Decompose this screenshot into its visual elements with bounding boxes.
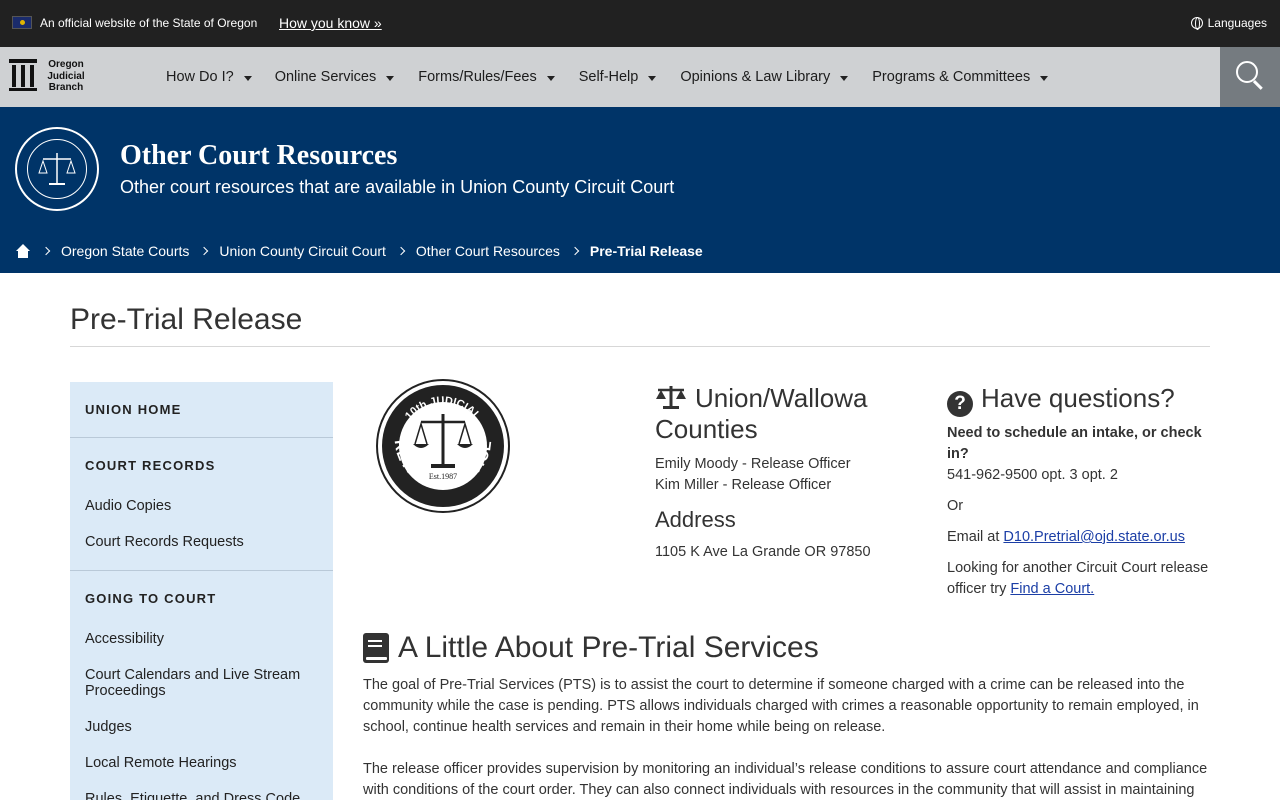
email-line: Email at D10.Pretrial@ojd.state.or.us [947, 529, 1185, 545]
nav-menu: How Do I? Online Services Forms/Rules/Fe… [166, 47, 1049, 107]
breadcrumb-other-court-resources[interactable]: Other Court Resources [416, 243, 560, 259]
nav-item-programs-committees[interactable]: Programs & Committees [872, 69, 1049, 85]
search-button[interactable] [1220, 47, 1280, 107]
questions-heading: ? Have questions? [947, 383, 1217, 417]
book-icon [363, 633, 389, 663]
or-text: Or [947, 498, 964, 514]
how-you-know-link[interactable]: How you know » [279, 15, 382, 31]
release-officer-2: Kim Miller - Release Officer [655, 477, 832, 493]
chevron-right-icon [200, 246, 209, 256]
page-banner: Other Court Resources Other court resour… [0, 107, 1280, 273]
official-banner: An official website of the State of Oreg… [0, 0, 1280, 47]
chevron-right-icon [570, 246, 580, 256]
sidebar-item-judges[interactable]: Judges [85, 719, 315, 735]
page-title: Pre-Trial Release [70, 303, 303, 336]
nav-item-online-services[interactable]: Online Services [275, 69, 395, 85]
sidebar-heading-going-to-court[interactable]: GOING TO COURT [85, 591, 216, 606]
caret-down-icon [648, 75, 657, 81]
nav-item-opinions-law-library[interactable]: Opinions & Law Library [680, 69, 849, 85]
main-navigation: Oregon Judicial Branch How Do I? Online … [0, 47, 1280, 107]
languages-label: Languages [1207, 16, 1267, 30]
official-website-text: An official website of the State of Oreg… [40, 16, 258, 30]
schedule-intake-question: Need to schedule an intake, or check in? [947, 425, 1202, 462]
breadcrumb-current: Pre-Trial Release [589, 243, 703, 259]
balance-scale-icon [655, 384, 687, 410]
logo-text: Oregon Judicial Branch [47, 59, 85, 93]
globe-icon [1190, 17, 1203, 30]
breadcrumb-union-county-circuit-court[interactable]: Union County Circuit Court [219, 243, 386, 259]
release-officer-1: Emily Moody - Release Officer [655, 456, 851, 472]
caret-down-icon [243, 75, 252, 81]
nav-item-how-do-i[interactable]: How Do I? [166, 69, 252, 85]
sidebar-item-accessibility[interactable]: Accessibility [85, 631, 315, 647]
home-icon[interactable] [15, 244, 31, 258]
about-paragraph-1: The goal of Pre-Trial Services (PTS) is … [363, 677, 1199, 735]
nav-item-self-help[interactable]: Self-Help [579, 69, 657, 85]
sidebar-item-court-records-requests[interactable]: Court Records Requests [85, 534, 315, 550]
sidebar-divider [70, 437, 333, 438]
sidebar-item-court-calendars[interactable]: Court Calendars and Live Stream Proceedi… [85, 667, 315, 699]
sidebar-item-local-remote-hearings[interactable]: Local Remote Hearings [85, 755, 315, 771]
pretrial-services-logo: 10th JUDICIAL PRETRIAL SERVICES Est.1987 [375, 378, 510, 513]
sidebar-item-union-home[interactable]: UNION HOME [85, 402, 182, 417]
find-court-line: Looking for another Circuit Court releas… [947, 560, 1209, 597]
banner-title: Other Court Resources [120, 140, 398, 171]
logo-est-text: Est.1987 [429, 472, 457, 481]
judicial-department-seal-icon [15, 127, 99, 211]
find-a-court-link[interactable]: Find a Court. [1010, 581, 1094, 597]
chevron-right-icon [396, 246, 406, 256]
oregon-flag-icon [12, 16, 32, 29]
sidebar-item-audio-copies[interactable]: Audio Copies [85, 498, 315, 514]
chevron-right-icon [41, 246, 51, 256]
caret-down-icon [386, 75, 395, 81]
question-circle-icon: ? [947, 390, 973, 417]
address-heading: Address [655, 507, 736, 532]
phone-number: 541-962-9500 opt. 3 opt. 2 [947, 467, 1118, 483]
ojd-logo[interactable]: Oregon Judicial Branch [9, 57, 91, 97]
sidebar-divider [70, 570, 333, 571]
caret-down-icon [1040, 75, 1049, 81]
sidebar-item-rules-etiquette[interactable]: Rules, Etiquette, and Dress Code [85, 791, 315, 800]
title-divider [70, 346, 1210, 347]
caret-down-icon [840, 75, 849, 81]
about-heading: A Little About Pre-Trial Services [363, 631, 819, 665]
languages-button[interactable]: Languages [1190, 16, 1267, 30]
breadcrumb-oregon-state-courts[interactable]: Oregon State Courts [61, 243, 189, 259]
counties-heading: Union/Wallowa Counties [655, 383, 868, 444]
breadcrumb: Oregon State Courts Union County Circuit… [15, 243, 703, 259]
address-text: 1105 K Ave La Grande OR 97850 [655, 544, 871, 560]
caret-down-icon [546, 75, 555, 81]
courthouse-pillar-icon [9, 59, 37, 91]
banner-subtitle: Other court resources that are available… [120, 177, 675, 197]
sidebar-heading-court-records[interactable]: COURT RECORDS [85, 458, 215, 473]
about-paragraph-2: The release officer provides supervision… [363, 761, 1208, 798]
email-link[interactable]: D10.Pretrial@ojd.state.or.us [1003, 529, 1185, 545]
nav-item-forms-rules-fees[interactable]: Forms/Rules/Fees [418, 69, 555, 85]
sidebar-nav: UNION HOME COURT RECORDS Audio Copies Co… [70, 382, 333, 800]
